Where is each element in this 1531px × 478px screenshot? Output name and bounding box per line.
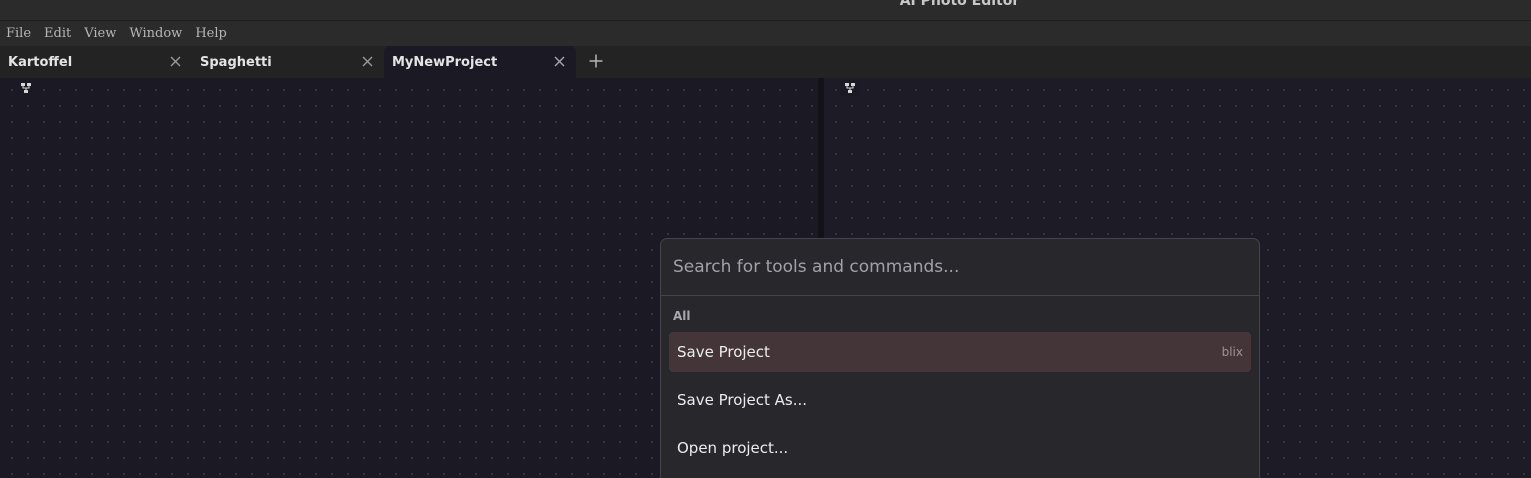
command-save-project[interactable]: Save Project blix	[669, 332, 1251, 372]
node-graph-icon[interactable]	[16, 80, 36, 96]
plus-icon	[589, 53, 603, 72]
window-title: AI Photo Editor	[899, 0, 1020, 9]
tab-kartoffel[interactable]: Kartoffel	[0, 46, 192, 78]
command-source: blix	[1221, 345, 1243, 359]
tab-spaghetti[interactable]: Spaghetti	[192, 46, 384, 78]
node-graph-icon[interactable]	[840, 80, 860, 96]
close-icon[interactable]	[360, 54, 374, 68]
menu-bar: File Edit View Window Help	[0, 20, 1531, 46]
tab-label: Kartoffel	[8, 54, 73, 70]
command-palette: All Save Project blix Save Project As...…	[660, 238, 1260, 478]
command-open-project[interactable]: Open project...	[669, 428, 1251, 468]
command-search-input[interactable]	[661, 239, 1259, 296]
close-icon[interactable]	[552, 54, 566, 68]
command-save-project-as[interactable]: Save Project As...	[669, 380, 1251, 420]
group-label: All	[673, 309, 691, 323]
command-label: Save Project As...	[677, 391, 808, 409]
tab-label: MyNewProject	[392, 54, 498, 70]
tab-mynewproject[interactable]: MyNewProject	[384, 46, 576, 78]
menu-view[interactable]: View	[84, 26, 116, 41]
command-label: Save Project	[677, 343, 770, 361]
tab-label: Spaghetti	[200, 54, 272, 70]
menu-edit[interactable]: Edit	[44, 26, 71, 41]
tab-bar: Kartoffel Spaghetti MyNewProject	[0, 46, 1531, 78]
command-label: Open project...	[677, 439, 789, 457]
new-tab-button[interactable]	[584, 46, 608, 78]
close-icon[interactable]	[168, 54, 182, 68]
menu-help[interactable]: Help	[195, 26, 227, 41]
menu-file[interactable]: File	[6, 26, 31, 41]
menu-window[interactable]: Window	[129, 26, 182, 41]
title-bar: AI Photo Editor	[0, 0, 1531, 20]
